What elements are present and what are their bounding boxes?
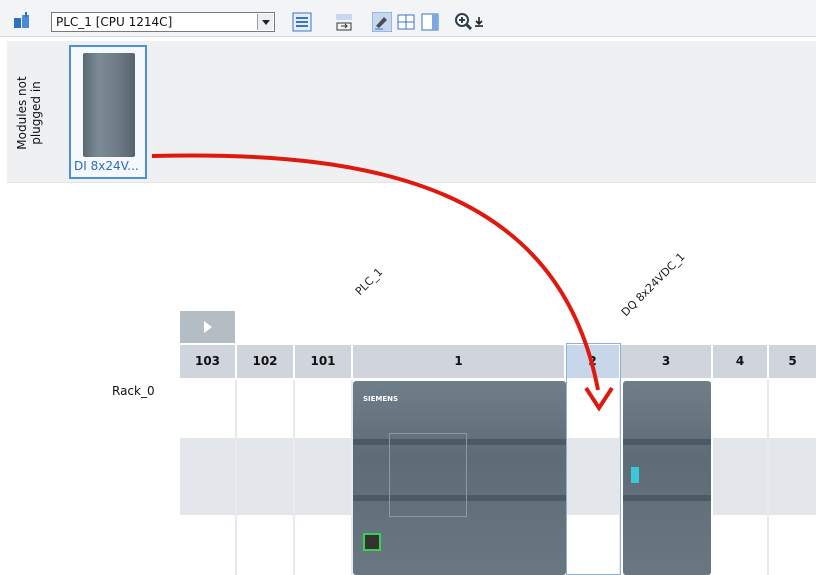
device-dropdown-value: PLC_1 [CPU 1214C] [56,15,173,29]
overview-icon[interactable] [292,12,312,32]
slot-header-2: 2 [566,345,621,378]
siemens-logo: SIEMENS [363,395,399,403]
show-names-icon[interactable] [334,12,354,32]
unplugged-modules-panel: Modules not plugged in DI 8x24V... [7,41,816,183]
zoom-in-icon[interactable] [454,12,474,32]
ethernet-port-icon [363,533,381,551]
slot-101[interactable] [295,380,353,575]
unplugged-modules-title: Modules not plugged in [15,76,43,150]
slot-header-1: 1 [353,345,566,378]
panel-icon[interactable] [420,12,440,32]
zoom-dropdown-icon[interactable] [472,12,486,32]
unplugged-module-di[interactable]: DI 8x24V... [69,45,147,179]
slot-header-101: 101 [295,345,353,378]
module-image [83,53,135,157]
slot-102[interactable] [237,380,295,575]
slot-103[interactable] [180,380,237,575]
view-pencil-icon[interactable] [372,12,392,32]
rack-scroll-button[interactable] [180,311,235,343]
cpu-front-panel [389,433,467,517]
slot-5[interactable] [769,380,816,575]
chevron-down-icon[interactable] [257,14,273,30]
cpu-1214c-module[interactable]: SIEMENS [353,381,566,575]
device-dropdown[interactable]: PLC_1 [CPU 1214C] [51,12,275,32]
slot-4[interactable] [713,380,769,575]
slot-header-103: 103 [180,345,237,378]
module-label: DI 8x24V... [74,159,139,173]
device-label-plc: PLC_1 [352,265,386,298]
slot-header-5: 5 [769,345,816,378]
slot-header-102: 102 [237,345,295,378]
slot-header-3: 3 [621,345,713,378]
status-led-icon [631,467,639,483]
device-label-dq: DQ 8x24VDC_1 [618,250,688,319]
slot-2[interactable] [566,380,621,575]
network-device-icon[interactable] [12,11,32,31]
slot-header-4: 4 [713,345,769,378]
device-view-toolbar: PLC_1 [CPU 1214C] [0,0,816,37]
rack-label: Rack_0 [112,384,155,398]
grid-icon[interactable] [396,12,416,32]
dq-module[interactable] [623,381,711,575]
